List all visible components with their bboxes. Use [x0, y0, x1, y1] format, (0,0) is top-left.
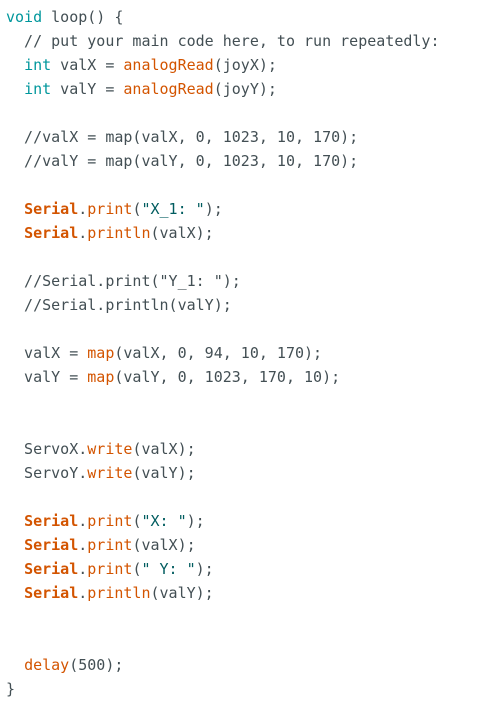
code-token-fn: map	[87, 368, 115, 386]
code-token-fn: delay	[24, 656, 70, 674]
code-line: Serial.print("X_1: ");	[6, 197, 223, 221]
code-token-bold: Serial	[24, 224, 79, 242]
code-token-pl: valX =	[6, 344, 88, 362]
code-token-fn: print	[87, 560, 133, 578]
code-token-fn: analogRead	[123, 56, 214, 74]
code-line: //Serial.println(valY);	[6, 293, 232, 317]
code-token-pl: }	[6, 680, 16, 698]
code-token-kw: int	[24, 80, 52, 98]
code-line: Serial.print(valX);	[6, 533, 196, 557]
code-line: delay(500);	[6, 653, 123, 677]
code-token-pl: (valY);	[132, 464, 196, 482]
code-token-str: " Y: "	[141, 560, 196, 578]
code-token-bold: Serial	[24, 584, 79, 602]
code-token-fn: write	[87, 464, 133, 482]
code-token-pl: (valY);	[150, 584, 214, 602]
code-line: Serial.print("X: ");	[6, 509, 205, 533]
code-token-pl: loop() {	[42, 8, 124, 26]
code-token-pl: .	[78, 560, 88, 578]
code-line: valY = map(valY, 0, 1023, 170, 10);	[6, 365, 340, 389]
code-token-pl: .	[78, 584, 88, 602]
code-token-pl: .	[78, 200, 88, 218]
code-line: void loop() {	[6, 5, 123, 29]
code-token-cm: //valY = map(valY, 0, 1023, 10, 170);	[6, 152, 359, 170]
code-token-str: "X_1: "	[141, 200, 205, 218]
code-token-pl: );	[195, 560, 214, 578]
code-line: //valX = map(valX, 0, 1023, 10, 170);	[6, 125, 358, 149]
code-token-pl: (valX);	[132, 536, 196, 554]
code-token-fn: print	[87, 200, 133, 218]
code-token-pl: ServoX.	[6, 440, 88, 458]
code-token-bold: Serial	[24, 512, 79, 530]
code-token-pl: .	[78, 536, 88, 554]
code-line: Serial.println(valX);	[6, 221, 214, 245]
code-editor[interactable]: void loop() { // put your main code here…	[0, 0, 501, 702]
code-line: }	[6, 677, 15, 701]
code-token-pl: ServoY.	[6, 464, 88, 482]
code-token-fn: print	[87, 512, 133, 530]
code-token-pl: );	[204, 200, 223, 218]
code-token-fn: analogRead	[123, 80, 214, 98]
code-line: valX = map(valX, 0, 94, 10, 170);	[6, 341, 322, 365]
code-token-cm: //Serial.println(valY);	[6, 296, 232, 314]
code-token-fn: println	[87, 224, 151, 242]
code-token-cm: // put your main code here, to run repea…	[6, 32, 440, 50]
code-token-pl: .	[78, 224, 88, 242]
code-token-cm: //Serial.print("Y_1: ");	[6, 272, 241, 290]
code-line: //Serial.print("Y_1: ");	[6, 269, 241, 293]
code-token-pl: (valX, 0, 94, 10, 170);	[114, 344, 323, 362]
code-token-fn: print	[87, 536, 133, 554]
code-token-pl: (joyX);	[213, 56, 277, 74]
code-token-kw: int	[24, 56, 52, 74]
code-token-pl: valX =	[51, 56, 124, 74]
code-line: Serial.println(valY);	[6, 581, 214, 605]
code-token-pl: valY =	[51, 80, 124, 98]
code-token-pl: (valY, 0, 1023, 170, 10);	[114, 368, 341, 386]
code-token-pl: valY =	[6, 368, 88, 386]
code-token-pl: (valX);	[132, 440, 196, 458]
code-token-fn: write	[87, 440, 133, 458]
code-token-fn: println	[87, 584, 151, 602]
code-token-pl: (joyY);	[213, 80, 277, 98]
code-line: int valY = analogRead(joyY);	[6, 77, 277, 101]
code-token-fn: map	[87, 344, 115, 362]
code-line: Serial.print(" Y: ");	[6, 557, 214, 581]
code-line: ServoY.write(valY);	[6, 461, 196, 485]
code-token-pl: );	[186, 512, 205, 530]
code-token-pl: (valX);	[150, 224, 214, 242]
code-line: ServoX.write(valX);	[6, 437, 196, 461]
code-token-kw: void	[6, 8, 43, 26]
code-token-cm: //valX = map(valX, 0, 1023, 10, 170);	[6, 128, 359, 146]
code-token-bold: Serial	[24, 536, 79, 554]
code-token-pl: (500);	[69, 656, 124, 674]
code-token-bold: Serial	[24, 200, 79, 218]
code-token-pl: .	[78, 512, 88, 530]
code-line: //valY = map(valY, 0, 1023, 10, 170);	[6, 149, 358, 173]
code-line: // put your main code here, to run repea…	[6, 29, 439, 53]
code-line: int valX = analogRead(joyX);	[6, 53, 277, 77]
code-token-bold: Serial	[24, 560, 79, 578]
code-token-str: "X: "	[141, 512, 187, 530]
